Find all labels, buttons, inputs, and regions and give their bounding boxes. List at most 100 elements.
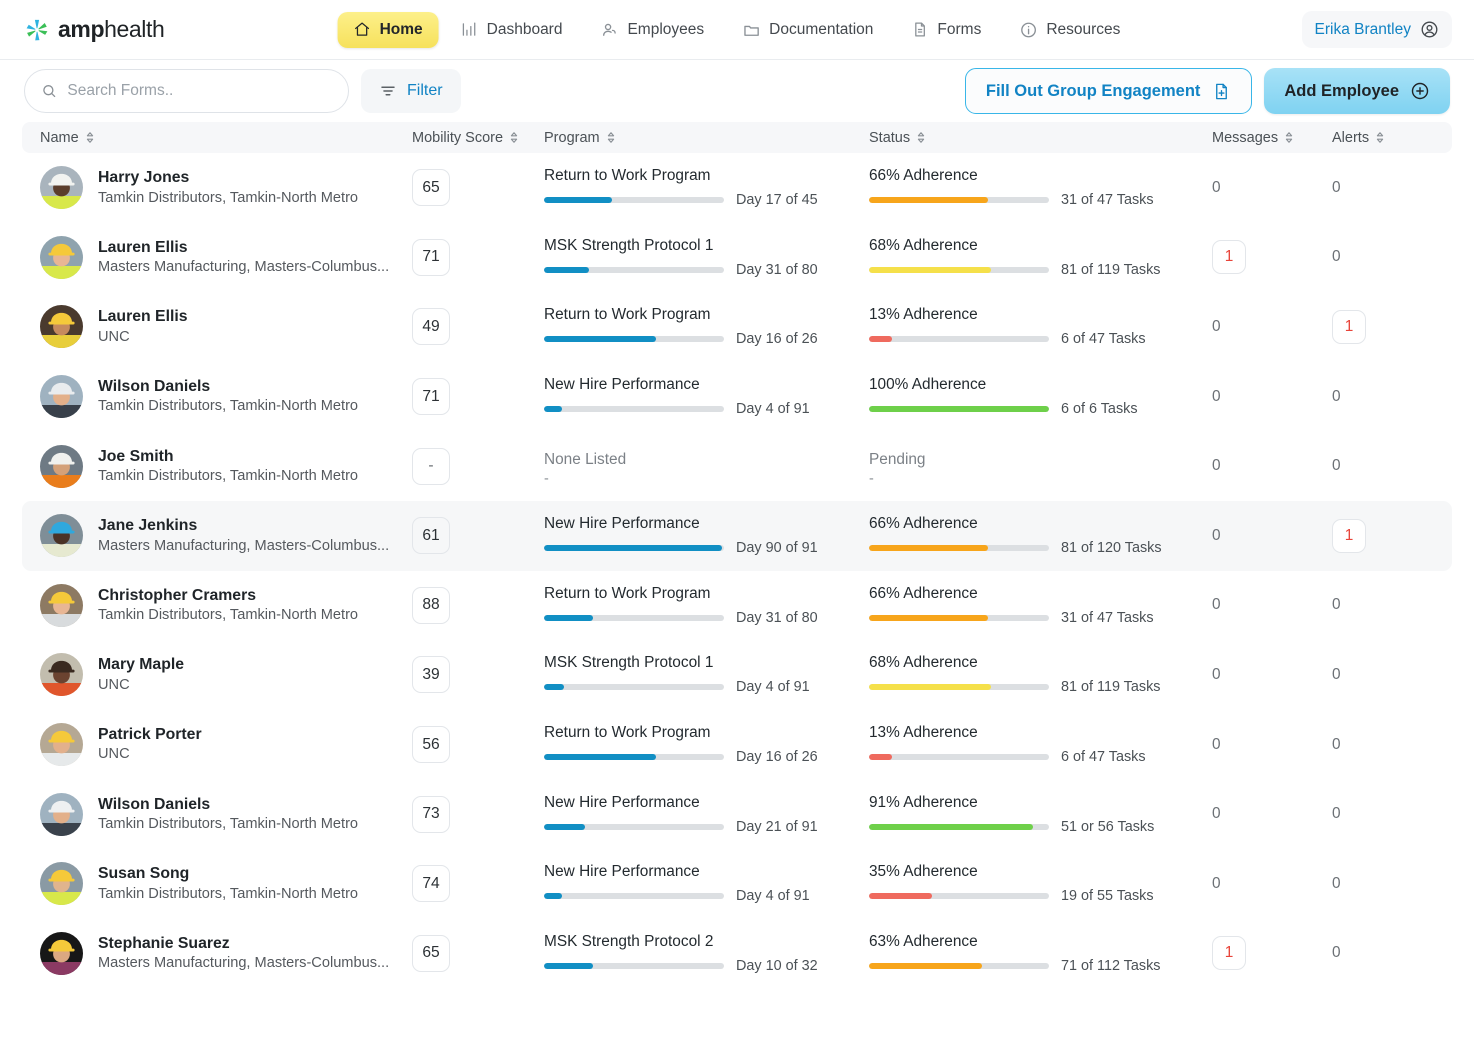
program-name: Return to Work Program — [544, 584, 711, 602]
messages-cell[interactable]: 1 — [1212, 240, 1332, 275]
alerts-cell[interactable]: 0 — [1332, 248, 1432, 266]
nav-item-forms[interactable]: Forms — [895, 12, 997, 48]
employee-name: Jane Jenkins — [98, 517, 198, 535]
messages-cell[interactable]: 0 — [1212, 596, 1332, 614]
messages-count: 0 — [1212, 596, 1221, 614]
messages-cell[interactable]: 0 — [1212, 527, 1332, 545]
program-progress-bar — [544, 197, 724, 204]
messages-cell[interactable]: 0 — [1212, 457, 1332, 475]
program-name: New Hire Performance — [544, 376, 700, 394]
avatar-illustration — [40, 931, 83, 975]
messages-cell[interactable]: 0 — [1212, 875, 1332, 893]
add-employee-button[interactable]: Add Employee — [1264, 68, 1450, 114]
alerts-badge[interactable]: 1 — [1332, 309, 1366, 344]
column-header-name[interactable]: Name — [40, 130, 412, 146]
messages-cell[interactable]: 0 — [1212, 805, 1332, 823]
program-cell: Return to Work Program Day 17 of 45 — [544, 167, 869, 208]
nav-item-home[interactable]: Home — [337, 11, 439, 48]
status-adherence: Pending — [869, 450, 926, 468]
messages-count: 0 — [1212, 457, 1221, 475]
table-row[interactable]: Jane Jenkins Masters Manufacturing, Mast… — [22, 500, 1452, 571]
program-name: New Hire Performance — [544, 793, 700, 811]
fill-out-group-engagement-button[interactable]: Fill Out Group Engagement — [964, 68, 1253, 114]
employee-org: UNC — [98, 328, 130, 345]
table-row[interactable]: Mary Maple UNC 39 MSK Strength Protocol … — [22, 640, 1452, 710]
alerts-cell[interactable]: 0 — [1332, 388, 1432, 406]
alerts-cell[interactable]: 0 — [1332, 736, 1432, 754]
program-day-label: Day 4 of 91 — [736, 401, 810, 418]
status-adherence: 35% Adherence — [869, 863, 978, 881]
messages-cell[interactable]: 0 — [1212, 388, 1332, 406]
status-progress: 31 of 47 Tasks — [869, 192, 1212, 208]
employee-cell[interactable]: Lauren Ellis Masters Manufacturing, Mast… — [40, 235, 412, 279]
employee-cell[interactable]: Wilson Daniels Tamkin Distributors, Tamk… — [40, 792, 412, 836]
avatar — [40, 166, 83, 210]
employee-cell[interactable]: Patrick Porter UNC — [40, 723, 412, 767]
alerts-cell[interactable]: 0 — [1332, 805, 1432, 823]
alerts-cell[interactable]: 0 — [1332, 457, 1432, 475]
status-progress-empty: - — [869, 470, 874, 487]
employee-cell[interactable]: Mary Maple UNC — [40, 653, 412, 697]
nav-label-employees: Employees — [627, 20, 705, 38]
brand-logo-area[interactable]: amphealth — [24, 16, 165, 43]
nav-item-resources[interactable]: Resources — [1003, 12, 1136, 48]
column-header-mobility-score[interactable]: Mobility Score — [412, 130, 544, 146]
status-tasks-label: 19 of 55 Tasks — [1061, 888, 1154, 905]
table-row[interactable]: Wilson Daniels Tamkin Distributors, Tamk… — [22, 362, 1452, 432]
avatar — [40, 235, 83, 279]
alerts-cell[interactable]: 0 — [1332, 666, 1432, 684]
table-row[interactable]: Patrick Porter UNC 56 Return to Work Pro… — [22, 710, 1452, 780]
alerts-badge[interactable]: 1 — [1332, 518, 1366, 553]
status-adherence: 68% Adherence — [869, 654, 978, 672]
search-box[interactable] — [24, 69, 349, 113]
alerts-cell[interactable]: 1 — [1332, 518, 1432, 553]
avatar-illustration — [40, 723, 83, 767]
employee-cell[interactable]: Christopher Cramers Tamkin Distributors,… — [40, 583, 412, 627]
column-header-status[interactable]: Status — [869, 130, 1212, 146]
column-header-messages[interactable]: Messages — [1212, 130, 1332, 146]
alerts-cell[interactable]: 1 — [1332, 309, 1432, 344]
nav-item-employees[interactable]: Employees — [584, 12, 720, 48]
nav-item-documentation[interactable]: Documentation — [726, 12, 889, 48]
employee-name: Lauren Ellis — [98, 308, 188, 326]
table-row[interactable]: Harry Jones Tamkin Distributors, Tamkin-… — [22, 153, 1452, 223]
messages-cell[interactable]: 0 — [1212, 318, 1332, 336]
program-name: MSK Strength Protocol 2 — [544, 932, 714, 950]
table-row[interactable]: Lauren Ellis UNC 49 Return to Work Progr… — [22, 292, 1452, 362]
employee-cell[interactable]: Jane Jenkins Masters Manufacturing, Mast… — [40, 514, 412, 558]
employee-cell[interactable]: Wilson Daniels Tamkin Distributors, Tamk… — [40, 375, 412, 419]
messages-badge[interactable]: 1 — [1212, 936, 1246, 971]
employee-cell[interactable]: Joe Smith Tamkin Distributors, Tamkin-No… — [40, 444, 412, 488]
alerts-cell[interactable]: 0 — [1332, 179, 1432, 197]
table-row[interactable]: Joe Smith Tamkin Distributors, Tamkin-No… — [22, 431, 1452, 501]
employee-org: Tamkin Distributors, Tamkin-North Metro — [98, 467, 359, 484]
program-name: Return to Work Program — [544, 306, 711, 324]
table-row[interactable]: Susan Song Tamkin Distributors, Tamkin-N… — [22, 849, 1452, 919]
table-row[interactable]: Stephanie Suarez Masters Manufacturing, … — [22, 919, 1452, 989]
table-row[interactable]: Christopher Cramers Tamkin Distributors,… — [22, 571, 1452, 641]
messages-cell[interactable]: 0 — [1212, 179, 1332, 197]
filter-button[interactable]: Filter — [361, 69, 461, 113]
search-input[interactable] — [67, 82, 332, 100]
employee-cell[interactable]: Stephanie Suarez Masters Manufacturing, … — [40, 931, 412, 975]
alerts-cell[interactable]: 0 — [1332, 944, 1432, 962]
messages-cell[interactable]: 0 — [1212, 666, 1332, 684]
employee-cell[interactable]: Susan Song Tamkin Distributors, Tamkin-N… — [40, 862, 412, 906]
table-row[interactable]: Wilson Daniels Tamkin Distributors, Tamk… — [22, 779, 1452, 849]
alerts-cell[interactable]: 0 — [1332, 596, 1432, 614]
messages-badge[interactable]: 1 — [1212, 240, 1246, 275]
program-cell: New Hire Performance Day 21 of 91 — [544, 794, 869, 835]
employee-cell[interactable]: Harry Jones Tamkin Distributors, Tamkin-… — [40, 166, 412, 210]
status-cell: 13% Adherence 6 of 47 Tasks — [869, 306, 1212, 347]
messages-cell[interactable]: 1 — [1212, 936, 1332, 971]
alerts-count: 0 — [1332, 596, 1341, 614]
table-row[interactable]: Lauren Ellis Masters Manufacturing, Mast… — [22, 223, 1452, 293]
nav-item-dashboard[interactable]: Dashboard — [445, 12, 579, 48]
employee-name: Mary Maple — [98, 656, 185, 674]
messages-cell[interactable]: 0 — [1212, 736, 1332, 754]
user-account-chip[interactable]: Erika Brantley — [1301, 11, 1452, 48]
column-header-alerts[interactable]: Alerts — [1332, 130, 1432, 146]
alerts-cell[interactable]: 0 — [1332, 875, 1432, 893]
employee-cell[interactable]: Lauren Ellis UNC — [40, 305, 412, 349]
column-header-program[interactable]: Program — [544, 130, 869, 146]
